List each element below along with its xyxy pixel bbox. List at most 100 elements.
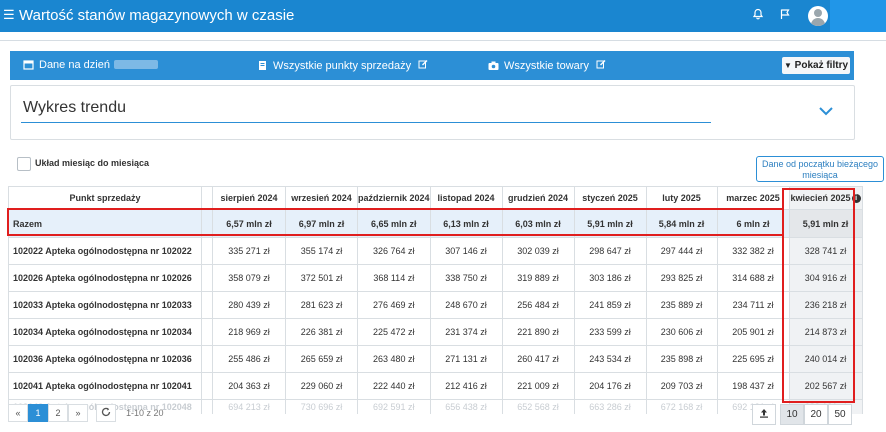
date-filter[interactable]: Dane na dzień	[23, 59, 158, 72]
user-avatar[interactable]	[808, 6, 828, 26]
camera-icon	[488, 60, 499, 71]
column-header[interactable]: Punkt sprzedaży	[8, 186, 202, 210]
table-cell: 652 568 zł	[501, 399, 575, 414]
bell-icon[interactable]	[751, 8, 765, 22]
table-cell: 202 567 zł	[788, 372, 863, 400]
table-cell: 225 472 zł	[357, 318, 431, 346]
hamburger-icon[interactable]: ☰	[3, 8, 15, 22]
calendar-icon	[23, 59, 34, 70]
table-cell: 319 889 zł	[501, 264, 575, 292]
table-row[interactable]: 102041 Apteka ogólnodostępna nr 102041 20…	[8, 372, 863, 400]
page-size-10[interactable]: 10	[780, 404, 804, 425]
current-month-tooltip: Dane od początku bieżącego miesiąca	[756, 156, 884, 182]
table-cell: 226 381 zł	[285, 318, 358, 346]
table-row[interactable]: 102036 Apteka ogólnodostępna nr 102036 25…	[8, 345, 863, 373]
table-cell: 198 437 zł	[716, 372, 790, 400]
export-button[interactable]	[752, 404, 776, 425]
user-menu-area[interactable]	[830, 0, 886, 32]
cell-spacer	[201, 399, 213, 414]
column-header[interactable]: marzec 2025	[716, 186, 790, 210]
month-to-month-label: Układ miesiąc do miesiąca	[35, 158, 150, 168]
goods-filter-label: Wszystkie towary	[504, 60, 589, 72]
row-name: 102026 Apteka ogólnodostępna nr 102026	[8, 264, 202, 292]
column-header[interactable]: wrzesień 2024	[285, 186, 358, 210]
table-cell: 221 009 zł	[501, 372, 575, 400]
edit-icon[interactable]	[418, 60, 428, 72]
column-header-current-month[interactable]: kwiecień 2025 i	[788, 186, 863, 210]
page-size-50[interactable]: 50	[828, 404, 852, 425]
table-cell: 235 889 zł	[645, 291, 718, 319]
table-cell: 5,91 mln zł	[573, 209, 647, 238]
table-cell: 335 271 zł	[212, 237, 286, 265]
stock-value-table: Punkt sprzedaży sierpień 2024 wrzesień 2…	[8, 186, 863, 414]
refresh-icon	[101, 407, 111, 417]
table-cell: 358 079 zł	[212, 264, 286, 292]
table-cell: 221 890 zł	[501, 318, 575, 346]
table-cell: 234 711 zł	[716, 291, 790, 319]
row-name: 102041 Apteka ogólnodostępna nr 102041	[8, 372, 202, 400]
trend-panel[interactable]: Wykres trendu	[10, 85, 855, 140]
next-page-button[interactable]: »	[68, 404, 88, 422]
column-header[interactable]: styczeń 2025	[573, 186, 647, 210]
column-header[interactable]: październik 2024	[357, 186, 431, 210]
filter-bar: Dane na dzień Wszystkie punkty sprzedaży…	[10, 51, 854, 80]
row-name: 102033 Apteka ogólnodostępna nr 102033	[8, 291, 202, 319]
table-row[interactable]: 102022 Apteka ogólnodostępna nr 102022 33…	[8, 237, 863, 265]
table-cell: 280 439 zł	[212, 291, 286, 319]
flag-icon[interactable]	[778, 8, 792, 22]
table-cell: 5,91 mln zł	[788, 209, 863, 238]
page-2-button[interactable]: 2	[48, 404, 68, 422]
month-to-month-checkbox[interactable]	[17, 157, 31, 171]
row-name: 102034 Apteka ogólnodostępna nr 102034	[8, 318, 202, 346]
table-cell: 248 670 zł	[429, 291, 503, 319]
points-filter[interactable]: Wszystkie punkty sprzedaży	[257, 59, 428, 73]
page-1-button[interactable]: 1	[28, 404, 48, 422]
cell-spacer	[201, 264, 213, 292]
date-filter-label: Dane na dzień	[39, 59, 110, 71]
table-cell: 229 060 zł	[285, 372, 358, 400]
table-cell: 5,84 mln zł	[645, 209, 718, 238]
column-header[interactable]: grudzień 2024	[501, 186, 575, 210]
table-cell: 6,97 mln zł	[285, 209, 358, 238]
total-row: Razem 6,57 mln zł 6,97 mln zł 6,65 mln z…	[8, 209, 863, 238]
edit-icon[interactable]	[596, 60, 606, 72]
page-size-20[interactable]: 20	[804, 404, 828, 425]
table-cell: 663 286 zł	[573, 399, 647, 414]
table-cell: 332 382 zł	[716, 237, 790, 265]
table-row[interactable]: 102033 Apteka ogólnodostępna nr 102033 28…	[8, 291, 863, 319]
column-header[interactable]: listopad 2024	[429, 186, 503, 210]
info-icon[interactable]: i	[851, 194, 861, 203]
table-cell: 235 898 zł	[645, 345, 718, 373]
cell-spacer	[201, 372, 213, 400]
column-header[interactable]: sierpień 2024	[212, 186, 286, 210]
points-filter-label: Wszystkie punkty sprzedaży	[273, 60, 412, 72]
column-header[interactable]: luty 2025	[645, 186, 718, 210]
table-cell: 243 534 zł	[573, 345, 647, 373]
table-cell: 241 859 zł	[573, 291, 647, 319]
table-cell: 297 444 zł	[645, 237, 718, 265]
top-bar: ☰ Wartość stanów magazynowych w czasie	[0, 0, 886, 32]
table-cell: 303 186 zł	[573, 264, 647, 292]
chevron-down-icon[interactable]	[817, 102, 835, 120]
date-value-redacted	[113, 60, 158, 69]
table-row[interactable]: 102026 Apteka ogólnodostępna nr 102026 35…	[8, 264, 863, 292]
table-cell: 672 168 zł	[645, 399, 718, 414]
table-header-row: Punkt sprzedaży sierpień 2024 wrzesień 2…	[8, 186, 863, 210]
table-cell: 212 416 zł	[429, 372, 503, 400]
table-cell: 231 374 zł	[429, 318, 503, 346]
prev-page-button[interactable]: «	[8, 404, 28, 422]
table-cell: 730 696 zł	[285, 399, 358, 414]
table-cell: 265 659 zł	[285, 345, 358, 373]
cell-spacer	[201, 291, 213, 319]
table-cell: 656 438 zł	[429, 399, 503, 414]
table-cell: 205 901 zł	[716, 318, 790, 346]
table-cell: 225 695 zł	[716, 345, 790, 373]
table-row[interactable]: 102034 Apteka ogólnodostępna nr 102034 21…	[8, 318, 863, 346]
refresh-button[interactable]	[96, 404, 116, 422]
goods-filter[interactable]: Wszystkie towary	[488, 59, 606, 73]
table-cell: 230 606 zł	[645, 318, 718, 346]
upload-icon	[760, 409, 768, 418]
trend-title: Wykres trendu	[23, 99, 126, 116]
show-filters-button[interactable]: ▼ Pokaż filtry	[782, 57, 850, 74]
table-cell: 236 218 zł	[788, 291, 863, 319]
